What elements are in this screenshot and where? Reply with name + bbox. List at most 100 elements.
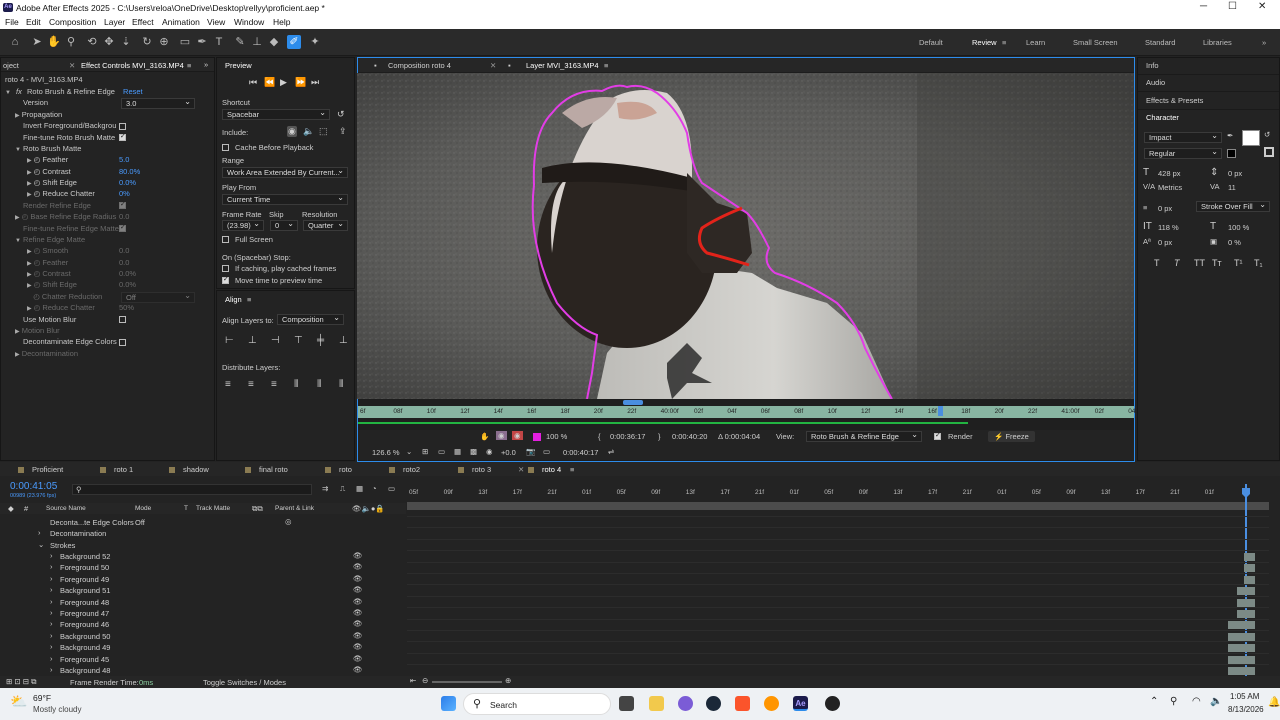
faux-italic-icon[interactable]: T: [1174, 258, 1180, 268]
layer-tab-lock-icon[interactable]: ▪: [508, 61, 511, 70]
first-frame-icon[interactable]: ⏮: [249, 77, 257, 88]
shortcut-dropdown[interactable]: Spacebar: [222, 108, 330, 120]
zoom-slider-icon[interactable]: ⊖: [422, 676, 428, 685]
stroke-row[interactable]: › Foreground 49 👁: [0, 574, 406, 585]
contrast-value[interactable]: 80.0%: [119, 167, 140, 178]
collapse-triangle-icon[interactable]: ⌄: [38, 540, 44, 549]
anchor-tool-icon[interactable]: ⊕: [157, 35, 171, 49]
eye-icon[interactable]: 👁: [353, 585, 363, 594]
graph-editor-icon[interactable]: ▭: [388, 484, 395, 493]
baseline-shift-value[interactable]: 0 px: [1158, 238, 1172, 247]
distribute-top-icon[interactable]: ≡: [225, 379, 231, 390]
exposure-value[interactable]: +0.0: [501, 448, 516, 457]
close-tab-icon[interactable]: ✕: [490, 61, 496, 70]
reset-link[interactable]: Reset: [123, 87, 143, 96]
snapshot-icon[interactable]: 📷: [526, 447, 535, 456]
stroke-row[interactable]: › Foreground 47 👁: [0, 608, 406, 619]
zoom-dropdown-icon[interactable]: ⌄: [406, 447, 412, 456]
resolution-dropdown[interactable]: Quarter: [303, 219, 348, 231]
workspace-default[interactable]: Default: [919, 38, 943, 47]
align-bottom-icon[interactable]: ⊥: [339, 335, 348, 346]
workspace-menu-icon[interactable]: ≡: [1002, 38, 1006, 47]
home-icon[interactable]: ⌂: [8, 35, 22, 49]
obs-icon[interactable]: [825, 696, 840, 711]
zoom-slider[interactable]: [432, 681, 502, 683]
expand-triangle-icon[interactable]: ›: [50, 585, 53, 594]
menu-composition[interactable]: Composition: [49, 17, 96, 27]
stroke-width-value[interactable]: 0 px: [1158, 204, 1172, 213]
type-tool-icon[interactable]: T: [212, 35, 226, 49]
tsume-value[interactable]: 0 %: [1228, 238, 1241, 247]
rectangle-tool-icon[interactable]: ▭: [178, 35, 192, 49]
zoom-value[interactable]: 126.6 %: [372, 448, 400, 457]
freeze-button[interactable]: ⚡ Freeze: [988, 431, 1035, 442]
ifcaching-checkbox[interactable]: [222, 265, 229, 272]
stroke-row[interactable]: › Background 49 👁: [0, 642, 406, 653]
source-name-header[interactable]: Source Name: [46, 505, 86, 512]
motion-blur-checkbox[interactable]: [119, 316, 126, 323]
movetime-checkbox[interactable]: [222, 275, 229, 284]
skip-dropdown[interactable]: 0: [270, 219, 298, 231]
shy-icon[interactable]: ⎍: [340, 484, 345, 494]
menu-file[interactable]: File: [5, 17, 19, 27]
clone-stamp-tool-icon[interactable]: ⊥: [250, 35, 264, 49]
volume-icon[interactable]: 🔈: [1210, 696, 1222, 707]
stroke-row[interactable]: › Background 51 👁: [0, 585, 406, 596]
after-effects-taskbar-icon[interactable]: Ae: [793, 696, 808, 711]
discord-icon[interactable]: [678, 696, 693, 711]
external-output-icon[interactable]: ⇪: [339, 126, 347, 137]
expand-triangle-icon[interactable]: ›: [50, 597, 53, 606]
mode-header[interactable]: Mode: [135, 505, 151, 512]
align-left-icon[interactable]: ⊢: [225, 335, 234, 346]
expand-triangle-icon[interactable]: ›: [50, 619, 53, 628]
orbit-tool-icon[interactable]: ⟲: [85, 35, 99, 49]
sync-icon[interactable]: ⇌: [608, 447, 614, 456]
steam-icon[interactable]: [706, 696, 721, 711]
layer-row[interactable]: ⌄ Strokes: [0, 540, 406, 551]
eye-icon[interactable]: 👁: [353, 619, 363, 628]
align-right-icon[interactable]: ⊣: [271, 335, 280, 346]
stroke-row[interactable]: › Foreground 45 👁: [0, 654, 406, 665]
param-roto-brush-matte[interactable]: ▼ Roto Brush Matte: [15, 144, 81, 155]
distribute-vcenter-icon[interactable]: ≡: [248, 379, 254, 390]
task-view-icon[interactable]: [619, 696, 634, 711]
current-time-display[interactable]: 0:00:40:17: [563, 448, 598, 457]
zoom-in-icon[interactable]: ⊕: [505, 676, 511, 685]
pickwhip-icon[interactable]: ◎: [285, 517, 292, 526]
eye-icon[interactable]: 👁: [353, 631, 363, 640]
stroke-row[interactable]: › Foreground 46 👁: [0, 619, 406, 630]
channel-rgb-icon[interactable]: ▦: [454, 447, 461, 456]
rotation-tool-icon[interactable]: ↻: [140, 35, 154, 49]
stroke-row[interactable]: › Foreground 50 👁: [0, 562, 406, 573]
expand-triangle-icon[interactable]: ›: [50, 574, 53, 583]
menu-animation[interactable]: Animation: [162, 17, 200, 27]
eye-icon[interactable]: 👁: [353, 551, 363, 560]
font-style-dropdown[interactable]: Regular: [1144, 147, 1222, 159]
zoom-tool-icon[interactable]: ⚲: [64, 35, 78, 49]
shift-edge-value[interactable]: 0.0%: [119, 178, 136, 189]
include-overlays-icon[interactable]: ⬚: [319, 126, 328, 137]
work-area-handle[interactable]: [623, 400, 643, 405]
menu-help[interactable]: Help: [273, 17, 290, 27]
eye-icon[interactable]: 👁: [353, 597, 363, 606]
tab-effect-controls[interactable]: Effect Controls MVI_3163.MP4: [81, 61, 184, 70]
audio-tab[interactable]: Audio: [1146, 78, 1165, 87]
brave-icon[interactable]: [735, 696, 750, 711]
taskbar-search-box[interactable]: ⚲ Search: [463, 693, 611, 715]
start-button-icon[interactable]: [441, 696, 456, 711]
finetune-roto-checkbox[interactable]: [119, 132, 126, 141]
stroke-duration-bar[interactable]: [1228, 655, 1255, 664]
tab-roto-3[interactable]: roto 3: [458, 465, 491, 474]
vertical-scale-value[interactable]: 118 %: [1158, 223, 1179, 232]
eye-icon[interactable]: 👁: [353, 654, 363, 663]
stopwatch-icon[interactable]: ◴: [34, 155, 41, 164]
fx-icon[interactable]: fx: [16, 87, 22, 96]
workspace-small-screen[interactable]: Small Screen: [1073, 38, 1118, 47]
feather-value[interactable]: 5.0: [119, 155, 129, 166]
comp-tab-lock-icon[interactable]: ▪: [374, 61, 377, 70]
work-area-bar[interactable]: [407, 502, 1269, 510]
close-icon[interactable]: ✕: [1258, 1, 1266, 12]
eye-icon[interactable]: 👁: [353, 665, 363, 674]
view-dropdown[interactable]: Roto Brush & Refine Edge: [806, 430, 922, 442]
track-matte-header[interactable]: Track Matte: [196, 505, 230, 512]
